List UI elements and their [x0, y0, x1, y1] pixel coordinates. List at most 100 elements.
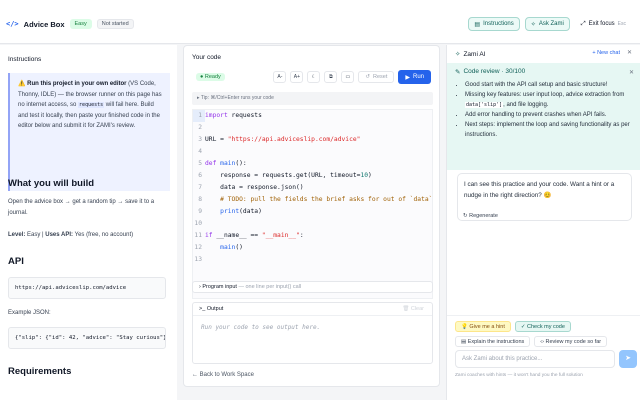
editor-toolbar: A- A+ ☾ ⧉ ▭ ↺ Reset ▶ Run — [273, 70, 431, 84]
project-title: Advice Box — [23, 19, 65, 29]
line-number: 2 — [198, 124, 202, 131]
program-input-toggle[interactable]: › Program input — one line per input() c… — [192, 281, 433, 293]
api-heading: API — [8, 256, 24, 267]
requirements-heading: Requirements — [8, 366, 72, 377]
build-heading: What you will build — [8, 178, 95, 189]
assistant-panel: ✧ Zami AI + New chat ✕ ✎ Code review · 3… — [446, 45, 640, 400]
code-text: main() — [220, 244, 243, 251]
code-editor[interactable]: 1 import requests 2 3 URL = "https://api.adv… — [192, 109, 433, 299]
trash-icon: 🗑 — [402, 306, 410, 312]
ask-zami-button[interactable]: ✧ Ask Zami — [524, 17, 570, 31]
terminal-icon: >_ — [199, 306, 206, 312]
instructions-button[interactable]: ▤ Instructions — [468, 17, 520, 31]
check-code-chip[interactable]: ✓ Check my code — [514, 321, 571, 332]
theme-moon-icon[interactable]: ☾ — [307, 71, 321, 83]
font-increase-button[interactable]: A+ — [290, 71, 304, 83]
wand-icon: ✎ — [455, 69, 461, 76]
status-badge: Not started — [96, 19, 134, 29]
code-text: print(data) — [220, 208, 262, 215]
assistant-title: ✧ Zami AI — [455, 50, 486, 59]
instructions-panel: Instructions ⚠️ Run this project in your… — [0, 45, 177, 400]
top-actions: ▤ Instructions ✧ Ask Zami ⤢ Exit focus E… — [468, 17, 632, 31]
example-json-code: {"slip": {"id": 42, "advice": "Stay curi… — [8, 327, 166, 349]
lightbulb-icon: 💡 — [461, 324, 468, 330]
line-number: 8 — [198, 196, 202, 203]
hint-chip[interactable]: 💡 Give me a hint — [455, 321, 511, 332]
code-line: 6 response = requests.get(URL, timeout=1… — [193, 170, 432, 182]
code-line: 5 def main(): — [193, 158, 432, 170]
run-button[interactable]: ▶ Run — [398, 70, 431, 84]
review-title: ✎ Code review · 30/100 — [455, 68, 526, 76]
output-placeholder: Run your code to see output here. — [201, 324, 321, 331]
send-button[interactable]: ➤ — [619, 350, 637, 368]
chevron-right-icon: › — [199, 284, 201, 290]
code-text: # TODO: pull the fields the brief asks f… — [220, 196, 433, 203]
esc-key-hint: Esc — [617, 21, 626, 27]
editor-panel: Your code ● Ready A- A+ ☾ ⧉ ▭ ↺ Reset ▶ Ru… — [183, 45, 440, 387]
line-number: 5 — [198, 160, 202, 167]
divider — [447, 315, 640, 316]
code-text: URL = "https://api.adviceslip.com/advice… — [205, 136, 361, 143]
new-chat-button[interactable]: + New chat — [592, 50, 620, 56]
ask-input[interactable]: Ask Zami about this practice... — [455, 350, 615, 368]
code-line: 4 — [193, 146, 432, 158]
warning-icon: ⚠️ — [18, 81, 26, 87]
code-review-card: ✎ Code review · 30/100 ✕ Good start with… — [447, 63, 640, 170]
close-icon[interactable]: ✕ — [627, 49, 632, 56]
book-icon: ▤ — [461, 339, 467, 345]
assistant-footer: Zami coaches with hints — it won't hand … — [455, 373, 583, 378]
review-item: Missing key features: user input loop, a… — [465, 90, 632, 110]
status-dot-icon: ● — [200, 74, 204, 80]
code-line: 10 — [193, 218, 432, 230]
code-line: 11 if __name__ == "__main__": — [193, 230, 432, 242]
code-text: response = requests.get(URL, timeout=10) — [205, 172, 372, 179]
code-text: if __name__ == "__main__": — [205, 232, 304, 239]
api-url-code: https://api.adviceslip.com/advice — [8, 277, 166, 299]
code-text: data = response.json() — [205, 184, 304, 191]
exit-focus-button[interactable]: ⤢ Exit focus Esc — [575, 17, 632, 31]
play-icon: ▶ — [405, 74, 410, 81]
line-number: 1 — [193, 110, 205, 122]
fullscreen-icon[interactable]: ▭ — [341, 71, 355, 83]
editor-title: Your code — [192, 54, 222, 61]
reset-button[interactable]: ↺ Reset — [358, 71, 395, 83]
top-bar: </> Advice Box Easy Not started ▤ Instru… — [0, 0, 640, 44]
explain-chip[interactable]: ▤ Explain the instructions — [455, 336, 531, 347]
regenerate-button[interactable]: ↻ Regenerate — [463, 213, 498, 219]
clear-output-button[interactable]: 🗑 Clear — [402, 303, 424, 316]
code-line: 8 # TODO: pull the fields the brief asks… — [193, 194, 432, 206]
warning-callout: ⚠️ Run this project in your own editor (… — [8, 73, 170, 191]
code-line: 1 import requests — [193, 110, 432, 122]
code-icon: </> — [6, 20, 19, 28]
code-text: def main(): — [205, 160, 247, 167]
ready-status: ● Ready — [196, 73, 225, 81]
review-item: Next steps: implement the loop and savin… — [465, 120, 632, 140]
sparkle-icon: ✧ — [455, 51, 461, 58]
code-line: 12 main() — [193, 242, 432, 254]
review-item: Good start with the API call setup and b… — [465, 80, 632, 90]
quick-actions-2: ▤ Explain the instructions ‹› Review my … — [455, 336, 608, 347]
back-to-workspace-link[interactable]: ← Back to Work Space — [192, 372, 254, 378]
output-panel: >_ Output 🗑 Clear Run your code to see o… — [192, 302, 433, 364]
code-line: 2 — [193, 122, 432, 134]
line-number: 11 — [194, 232, 202, 239]
example-label: Example JSON: — [8, 310, 51, 316]
copy-icon[interactable]: ⧉ — [324, 71, 338, 83]
brand: </> Advice Box Easy Not started — [6, 19, 134, 29]
reset-icon: ↺ — [365, 74, 370, 80]
review-item: Add error handling to prevent crashes wh… — [465, 110, 632, 120]
editor-tip: ▸ Tip: ⌘/Ctrl+Enter runs your code — [192, 92, 433, 105]
review-chip[interactable]: ‹› Review my code so far — [534, 336, 608, 347]
output-header: >_ Output 🗑 Clear — [193, 303, 432, 316]
info-icon: ▸ — [197, 95, 200, 101]
line-number: 4 — [198, 148, 202, 155]
instructions-title: Instructions — [8, 56, 42, 63]
code-text: import requests — [205, 112, 262, 119]
line-number: 9 — [198, 208, 202, 215]
line-number: 7 — [198, 184, 202, 191]
font-decrease-button[interactable]: A- — [273, 71, 287, 83]
code-icon: ‹› — [540, 339, 544, 345]
code-line: 3 URL = "https://api.adviceslip.com/advic… — [193, 134, 432, 146]
close-review-icon[interactable]: ✕ — [629, 69, 634, 76]
line-number: 3 — [198, 136, 202, 143]
